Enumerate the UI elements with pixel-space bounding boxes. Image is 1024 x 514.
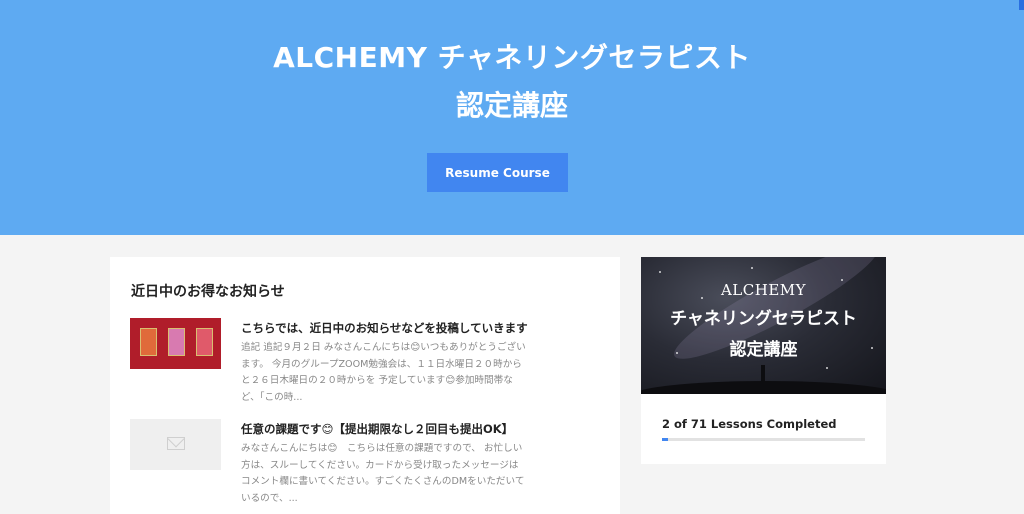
post-excerpt: みなさんこんにちは😊 こちらは任意の課題ですので、 お忙しい方は、スルーしてくだ…	[241, 443, 525, 504]
post-excerpt: 追記 追記９月２日 みなさんこんにちは😊いつもありがとうございます。 今月のグル…	[241, 342, 526, 403]
scrollbar-thumb[interactable]	[1019, 0, 1024, 10]
horizon-silhouette	[641, 381, 886, 394]
person-silhouette	[761, 365, 765, 381]
tarot-card-icon	[196, 328, 213, 356]
course-title-line1: ALCHEMY チャネリングセラピスト	[273, 41, 751, 74]
cover-title-line2: チャネリングセラピスト	[670, 309, 857, 329]
cover-title-line3: 認定講座	[729, 340, 798, 360]
post-thumbnail[interactable]	[130, 419, 221, 470]
mail-icon	[167, 437, 185, 450]
post-thumbnail[interactable]	[130, 318, 221, 369]
lessons-progress-text: 2 of 71 Lessons Completed	[662, 417, 837, 431]
tarot-card-icon	[140, 328, 157, 356]
announcements-panel: 近日中のお得なお知らせ こちらでは、近日中のお知らせなどを投稿していきます 追記…	[110, 257, 620, 514]
cover-title-line1: ALCHEMY	[720, 281, 807, 299]
progress-bar	[662, 438, 865, 441]
course-progress-card: ALCHEMY チャネリングセラピスト 認定講座 2 of 71 Lessons…	[641, 257, 886, 464]
post-title-link[interactable]: こちらでは、近日中のお知らせなどを投稿していきます	[241, 320, 611, 336]
post-title-link[interactable]: 任意の課題です😊【提出期限なし２回目も提出OK】	[241, 421, 611, 437]
progress-bar-fill	[662, 438, 669, 441]
course-title-line2: 認定講座	[455, 89, 568, 122]
course-cover-image[interactable]: ALCHEMY チャネリングセラピスト 認定講座	[641, 257, 886, 394]
resume-course-button[interactable]: Resume Course	[427, 153, 568, 192]
tarot-card-icon	[168, 328, 185, 356]
course-hero: ALCHEMY チャネリングセラピスト 認定講座 Resume Course	[0, 0, 1024, 235]
announcements-heading: 近日中のお得なお知らせ	[131, 284, 285, 300]
